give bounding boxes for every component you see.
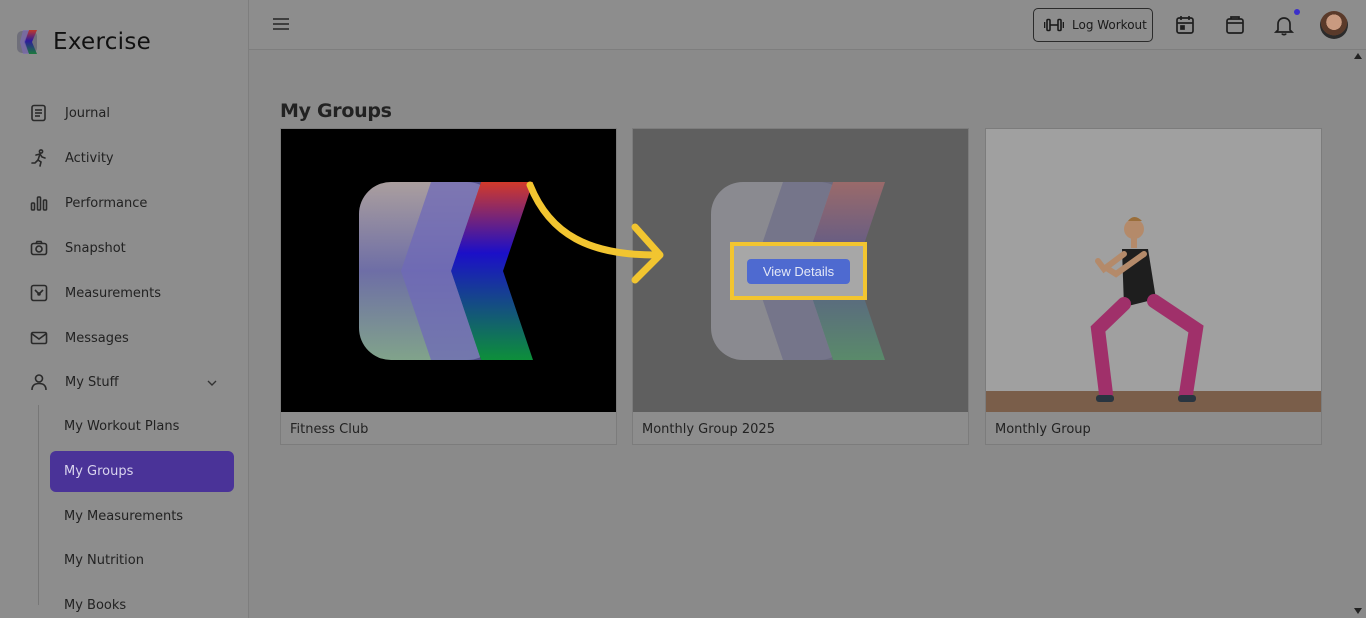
bell-icon[interactable]: [1273, 14, 1295, 36]
log-workout-label: Log Workout: [1072, 18, 1147, 32]
sidebar-item-my-stuff[interactable]: My Stuff: [28, 367, 119, 397]
sidebar-item-label: Journal: [65, 105, 110, 121]
dumbbell-icon: [1044, 18, 1064, 32]
mail-icon: [28, 327, 50, 349]
sidebar-item-measurements[interactable]: Measurements: [28, 278, 161, 308]
menu-icon[interactable]: [273, 16, 289, 32]
camera-icon: [28, 237, 50, 259]
brand[interactable]: Exercise: [17, 28, 151, 56]
sidebar-item-label: Snapshot: [65, 240, 126, 256]
avatar[interactable]: [1320, 11, 1348, 39]
shopping-bag-icon[interactable]: [1224, 14, 1246, 36]
chevron-down-icon[interactable]: [205, 376, 219, 390]
scroll-up-arrow[interactable]: [1354, 53, 1362, 59]
group-name: Fitness Club: [290, 422, 369, 437]
running-icon: [28, 147, 50, 169]
journal-icon: [28, 102, 50, 124]
sidebar-subitem-my-groups[interactable]: My Groups: [50, 451, 234, 492]
page-title: My Groups: [280, 100, 392, 122]
sidebar-item-label: My Stuff: [65, 374, 119, 390]
scroll-down-arrow[interactable]: [1354, 608, 1362, 614]
sidebar-item-label: Messages: [65, 330, 129, 346]
tutorial-arrow-icon: [526, 181, 664, 284]
sidebar-subitem-my-books[interactable]: My Books: [64, 596, 126, 616]
group-card-monthly-group[interactable]: Monthly Group: [985, 128, 1322, 445]
calendar-icon[interactable]: [1174, 14, 1196, 36]
app-name: Exercise: [53, 29, 152, 55]
sidebar-subitem-my-nutrition[interactable]: My Nutrition: [64, 551, 144, 571]
sidebar-item-label: Activity: [65, 150, 114, 166]
sidebar-subitem-my-measurements[interactable]: My Measurements: [64, 507, 183, 527]
group-image: [986, 129, 1321, 412]
app-logo-icon: [17, 30, 37, 54]
user-icon: [28, 371, 50, 393]
sidebar-item-activity[interactable]: Activity: [28, 143, 114, 173]
notification-dot: [1294, 9, 1300, 15]
submenu-line: [38, 405, 39, 605]
sidebar-item-snapshot[interactable]: Snapshot: [28, 233, 126, 263]
sidebar-item-performance[interactable]: Performance: [28, 188, 147, 218]
top-bar: Log Workout: [249, 0, 1366, 50]
sidebar-item-label: Performance: [65, 195, 148, 211]
sidebar-item-label: Measurements: [65, 285, 162, 301]
sidebar-item-journal[interactable]: Journal: [28, 98, 110, 128]
sidebar: Exercise Journal Activity Performance Sn…: [0, 0, 249, 618]
view-details-button[interactable]: View Details: [747, 259, 850, 284]
group-name: Monthly Group: [995, 422, 1091, 437]
log-workout-button[interactable]: Log Workout: [1033, 8, 1153, 42]
bar-chart-icon: [28, 192, 50, 214]
group-name: Monthly Group 2025: [642, 422, 775, 437]
measurement-icon: [28, 282, 50, 304]
sidebar-item-messages[interactable]: Messages: [28, 323, 129, 353]
sidebar-subitem-workout-plans[interactable]: My Workout Plans: [64, 417, 179, 437]
